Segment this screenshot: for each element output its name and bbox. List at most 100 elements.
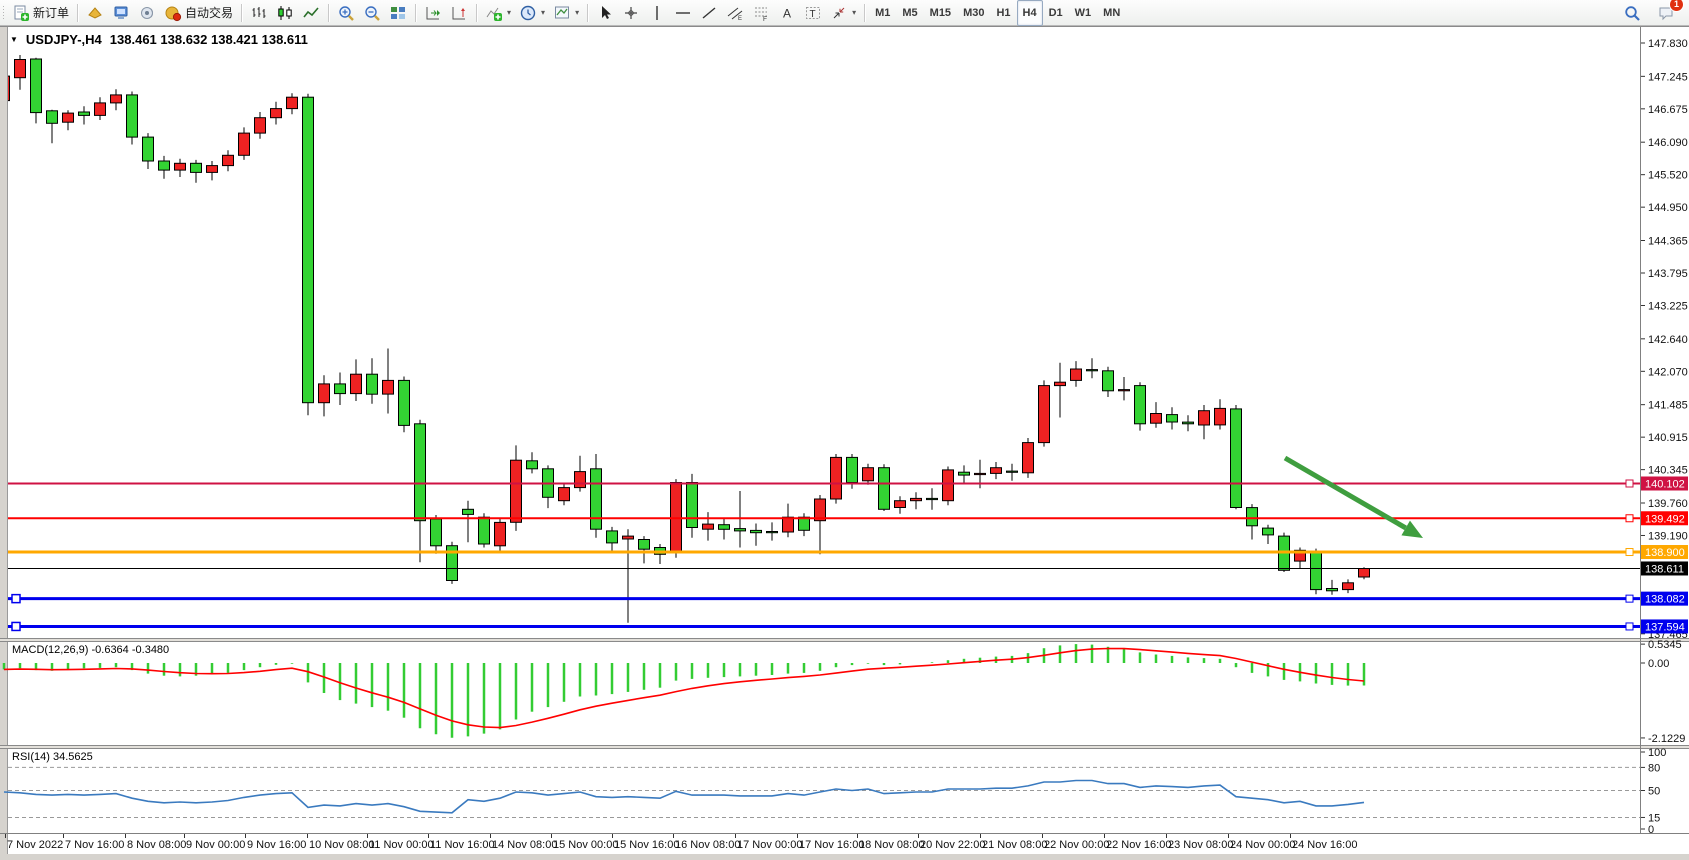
notifications-button[interactable]: 1 (1653, 1, 1679, 25)
price-tick-label: 144.365 (1648, 236, 1688, 248)
price-tick-label: 147.245 (1648, 71, 1688, 83)
price-tick-label: 144.950 (1648, 202, 1688, 214)
candle-body (31, 59, 42, 113)
chart-shift-button[interactable] (446, 1, 472, 25)
toolbar-grip (2, 5, 6, 21)
chartshift-icon (450, 4, 468, 22)
timeframe-button-m30[interactable]: M30 (957, 0, 990, 26)
fibonacci-button[interactable]: F (748, 1, 774, 25)
collapse-triangle-icon[interactable]: ▼ (10, 35, 18, 44)
price-tick-label: 139.190 (1648, 530, 1688, 542)
auto-trading-button[interactable]: 自动交易 (160, 1, 237, 25)
price-tick-label: 139.760 (1648, 498, 1688, 510)
text-label-icon: T (804, 4, 822, 22)
ohlc-values-label: 138.461 138.632 138.421 138.611 (110, 32, 308, 47)
macd-indicator-label: MACD(12,26,9) -0.6364 -0.3480 (12, 644, 169, 656)
tiles-icon (389, 4, 407, 22)
vline-button[interactable] (644, 1, 670, 25)
market-watch-button[interactable] (108, 1, 134, 25)
line-right-handle[interactable] (1626, 595, 1633, 602)
candle-body (1167, 415, 1178, 422)
candle-body (95, 103, 106, 116)
text-button[interactable]: A (774, 1, 800, 25)
chart-profiles-button[interactable] (82, 1, 108, 25)
bar-chart-button[interactable] (246, 1, 272, 25)
new-order-icon (12, 4, 30, 22)
rsi-indicator-label: RSI(14) 34.5625 (12, 751, 93, 763)
line-left-handle[interactable] (12, 622, 20, 630)
candle-body (831, 457, 842, 499)
line-right-handle[interactable] (1626, 480, 1633, 487)
period-menu-button[interactable]: ▾ (515, 1, 549, 25)
candle-body (735, 529, 746, 531)
line-left-handle[interactable] (12, 595, 20, 603)
timeframe-button-m5[interactable]: M5 (896, 0, 923, 26)
candle-body (895, 501, 906, 508)
candle-body (511, 460, 522, 522)
toolbar-left: 新订单 自动交易 ▾ ▾ ▾ EFAT ▾ M1M5M15M30H1H4D1W1MN (0, 0, 1619, 25)
toolbar-separator (415, 4, 416, 22)
candlestick-chart-button[interactable] (272, 1, 298, 25)
price-tick-label: 140.915 (1648, 432, 1688, 444)
channel-button[interactable]: E (722, 1, 748, 25)
hline-button[interactable] (670, 1, 696, 25)
chevron-down-icon: ▾ (507, 8, 511, 17)
new-order-button[interactable]: 新订单 (8, 1, 73, 25)
news-button[interactable] (134, 1, 160, 25)
tile-windows-button[interactable] (385, 1, 411, 25)
candle-body (751, 530, 762, 532)
candle-body (863, 468, 874, 481)
text-label-button[interactable]: T (800, 1, 826, 25)
candle-body (175, 163, 186, 170)
timeframe-button-d1[interactable]: D1 (1043, 0, 1069, 26)
line-right-handle[interactable] (1626, 623, 1633, 630)
auto-scroll-button[interactable] (420, 1, 446, 25)
zoom-in-button[interactable] (333, 1, 359, 25)
toolbar-separator (476, 4, 477, 22)
line-chart-button[interactable] (298, 1, 324, 25)
macd-axis-label: -2.1229 (1648, 733, 1685, 745)
rsi-axis-label: 15 (1648, 812, 1660, 824)
timeframe-button-mn[interactable]: MN (1097, 0, 1126, 26)
timeframe-button-h4[interactable]: H4 (1017, 0, 1043, 26)
arrows-button[interactable]: ▾ (826, 1, 860, 25)
candle-body (367, 374, 378, 394)
candle-body (207, 166, 218, 173)
chart-title: ▼ USDJPY-,H4 138.461 138.632 138.421 138… (10, 32, 308, 47)
window-bottom-frame (0, 854, 1689, 860)
add-indicator-button[interactable]: ▾ (481, 1, 515, 25)
time-axis-label: 14 Nov 08:00 (492, 839, 557, 851)
time-axis-label: 10 Nov 08:00 (309, 839, 374, 851)
trendline-button[interactable] (696, 1, 722, 25)
timeframe-button-m15[interactable]: M15 (924, 0, 957, 26)
toolbar-separator (241, 4, 242, 22)
candle-body (415, 424, 426, 521)
cursor-button[interactable] (592, 1, 618, 25)
speaker-icon (138, 4, 156, 22)
chart-window[interactable]: 147.830147.245146.675146.090145.520144.9… (0, 26, 1689, 860)
timeframe-button-w1[interactable]: W1 (1069, 0, 1098, 26)
line-right-handle[interactable] (1626, 515, 1633, 522)
line-right-handle[interactable] (1626, 549, 1633, 556)
rsi-value: 34.5625 (53, 751, 93, 763)
search-icon (1623, 4, 1641, 22)
candle-body (463, 509, 474, 514)
time-axis-label: 7 Nov 16:00 (65, 839, 124, 851)
macd-signal-value: -0.3480 (132, 644, 169, 656)
candle-body (191, 163, 202, 172)
zoom-out-button[interactable] (359, 1, 385, 25)
timeframe-button-m1[interactable]: M1 (869, 0, 896, 26)
candle-body (1327, 589, 1338, 591)
search-button[interactable] (1619, 1, 1645, 25)
rsi-name: RSI(14) (12, 751, 50, 763)
timeframe-button-h1[interactable]: H1 (990, 0, 1016, 26)
chevron-down-icon: ▾ (575, 8, 579, 17)
template-button[interactable]: ▾ (549, 1, 583, 25)
svg-text:A: A (783, 6, 791, 20)
time-axis-label: 7 Nov 2022 (7, 839, 63, 851)
chart-canvas[interactable]: 147.830147.245146.675146.090145.520144.9… (0, 26, 1689, 860)
line-price-label-text: 139.492 (1645, 513, 1685, 525)
crosshair-button[interactable] (618, 1, 644, 25)
line-price-label-text: 138.082 (1645, 594, 1685, 606)
chevron-down-icon: ▾ (852, 8, 856, 17)
